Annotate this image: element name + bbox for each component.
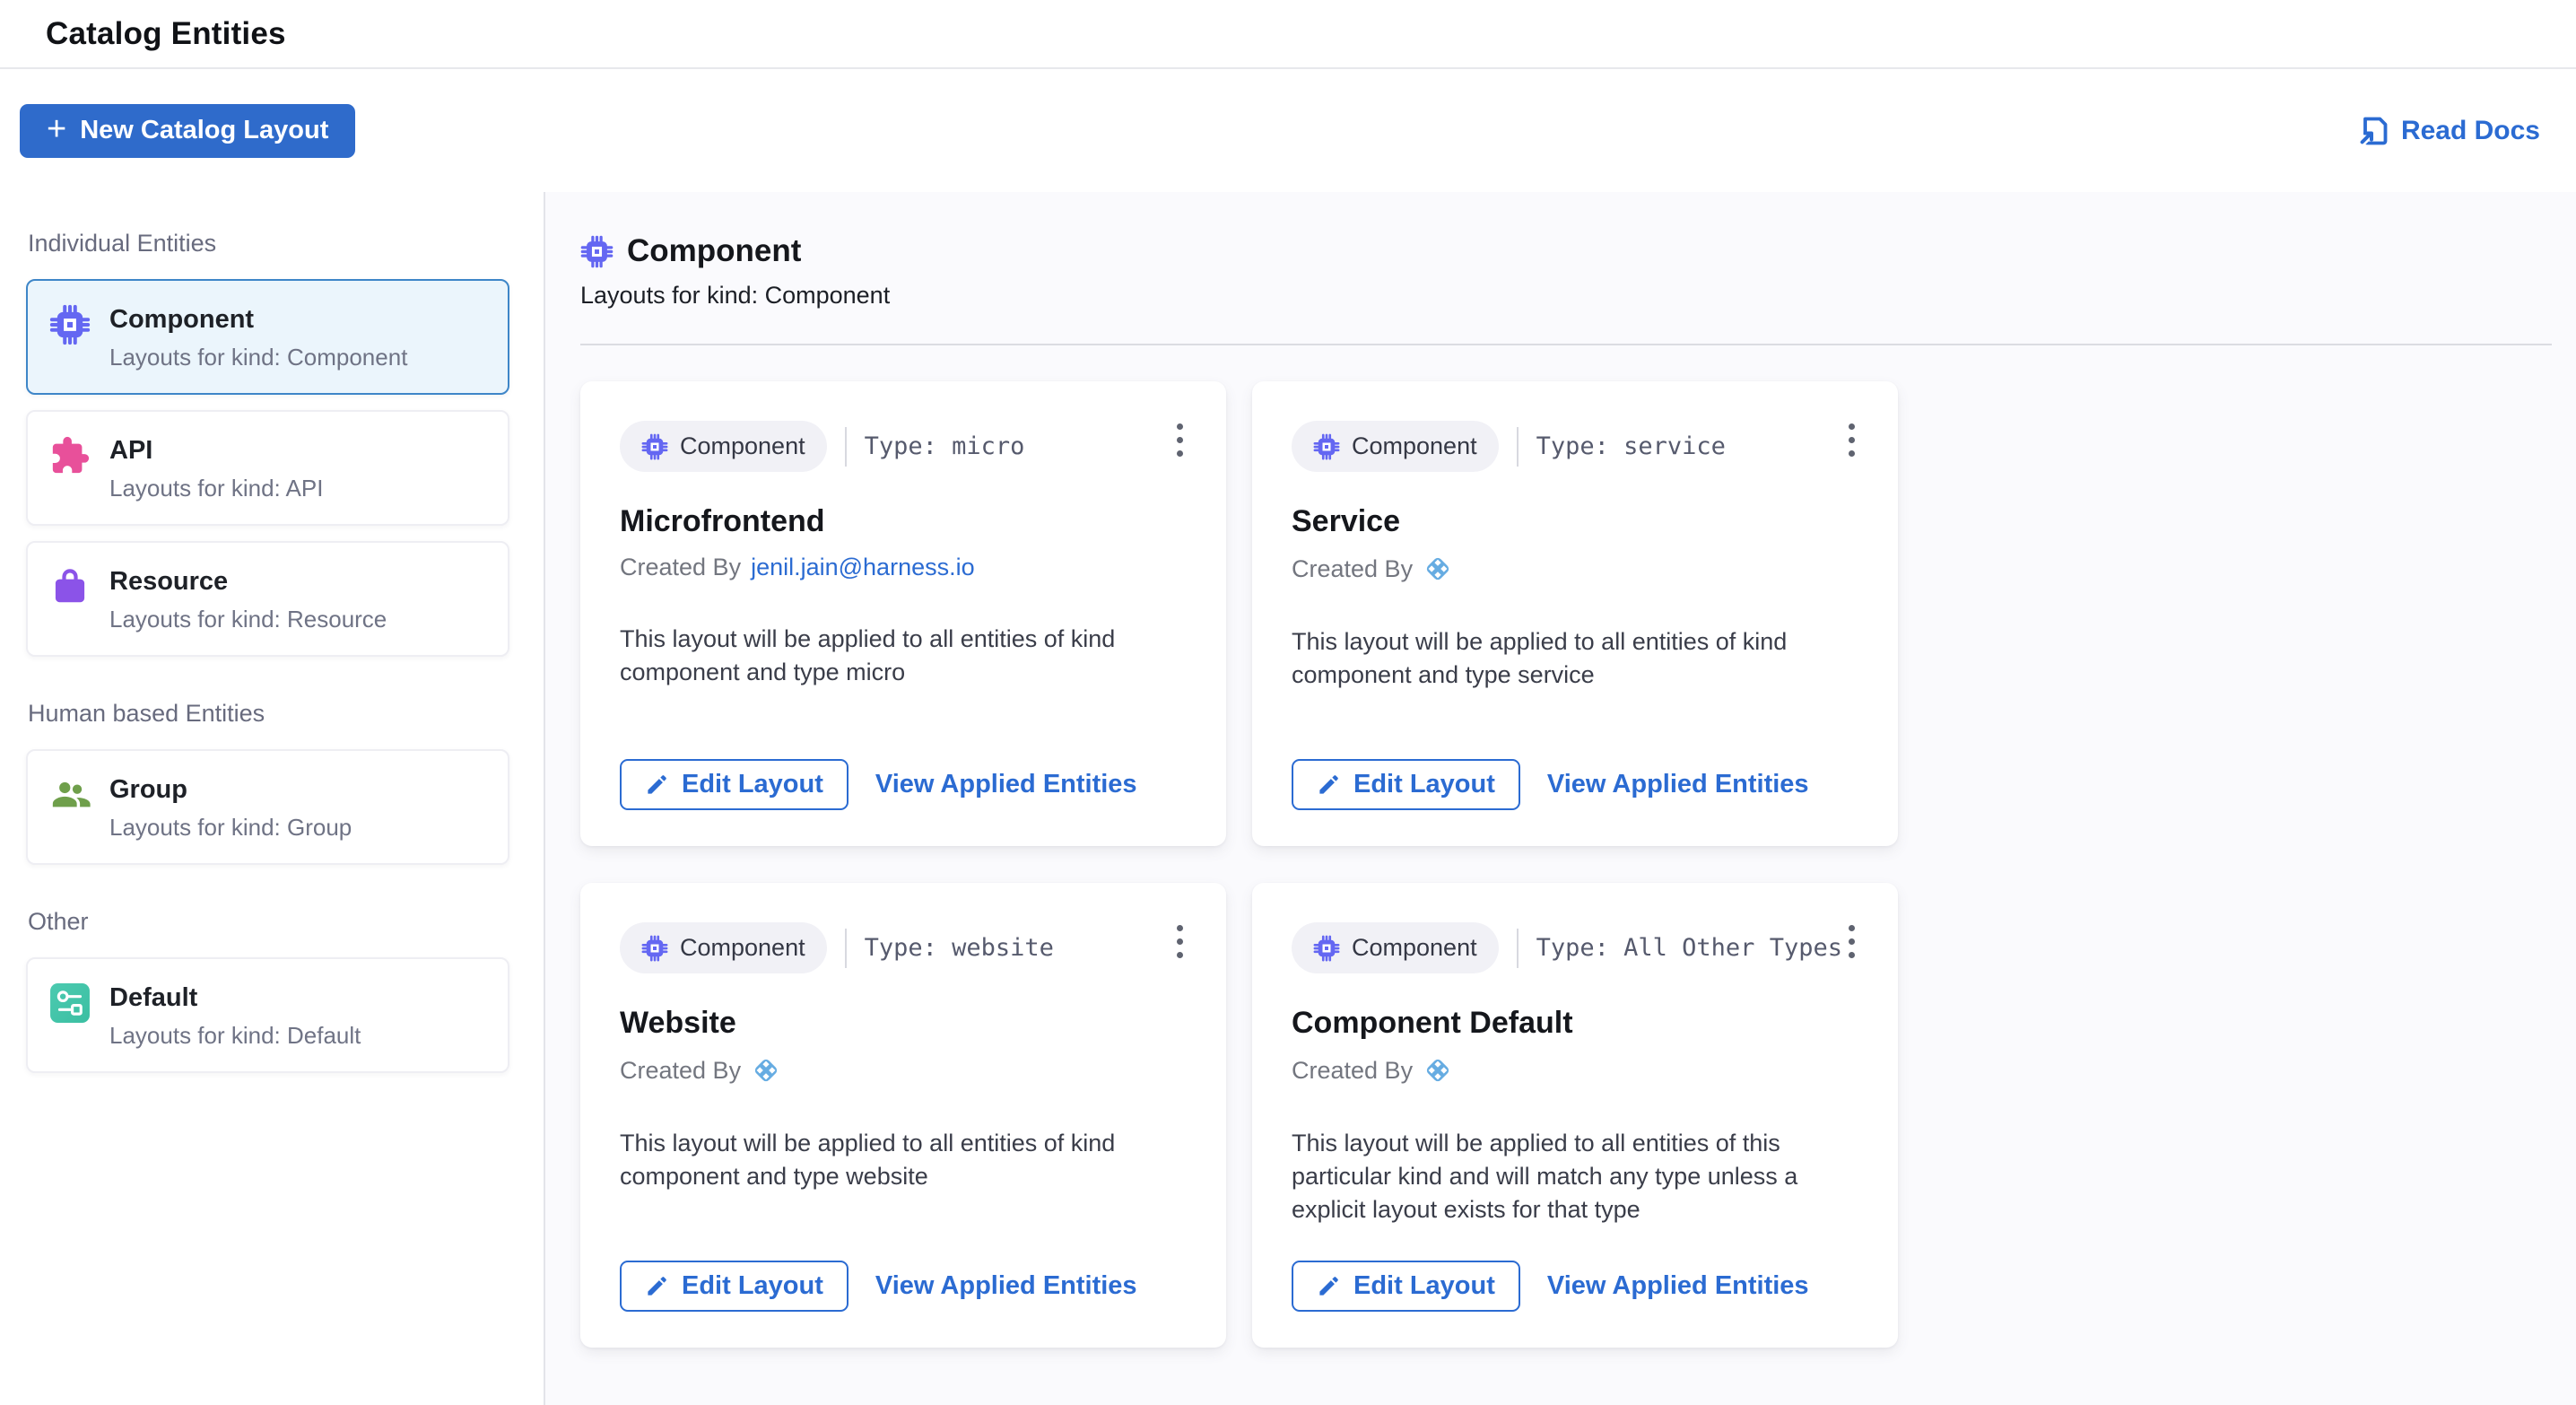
layout-cards-grid: Component Type: micro Microfrontend Crea… [580, 381, 2552, 1348]
divider [845, 427, 847, 467]
component-chip-icon [580, 235, 614, 268]
sidebar-item-subtitle: Layouts for kind: Component [109, 344, 407, 371]
divider [1517, 929, 1519, 968]
view-applied-entities-link[interactable]: View Applied Entities [875, 770, 1137, 799]
layout-card-microfrontend: Component Type: micro Microfrontend Crea… [580, 381, 1226, 846]
page-header: Catalog Entities [0, 0, 2576, 69]
section-label-individual-entities: Individual Entities [28, 230, 509, 257]
layout-title: Website [620, 1006, 1187, 1041]
sidebar-item-api[interactable]: API Layouts for kind: API [26, 410, 509, 526]
type-label: Type: service [1536, 432, 1726, 460]
kind-badge-label: Component [1352, 432, 1477, 460]
new-catalog-layout-label: New Catalog Layout [80, 116, 328, 145]
created-by-label: Created By [1292, 555, 1413, 583]
sidebar-item-title: Component [109, 305, 407, 335]
kind-badge-label: Component [680, 934, 805, 962]
type-label: Type: All Other Types [1536, 934, 1842, 962]
kind-badge-label: Component [680, 432, 805, 460]
kind-badge: Component [620, 421, 827, 472]
layout-title: Microfrontend [620, 504, 1187, 539]
edit-layout-button[interactable]: Edit Layout [1292, 1261, 1520, 1312]
kind-subheading: Layouts for kind: Component [580, 282, 2552, 310]
divider [580, 344, 2552, 345]
type-label: Type: micro [865, 432, 1025, 460]
view-applied-entities-link[interactable]: View Applied Entities [1547, 1271, 1809, 1301]
divider [845, 929, 847, 968]
layout-description: This layout will be applied to all entit… [1292, 625, 1858, 692]
pencil-icon [1317, 1274, 1341, 1298]
sidebar-item-subtitle: Layouts for kind: Resource [109, 606, 387, 633]
layout-description: This layout will be applied to all entit… [620, 623, 1187, 689]
kind-badge: Component [620, 922, 827, 973]
component-chip-icon [641, 433, 668, 460]
workflow-icon [49, 982, 91, 1024]
edit-layout-button[interactable]: Edit Layout [620, 1261, 849, 1312]
sidebar-item-subtitle: Layouts for kind: API [109, 475, 323, 502]
section-label-other: Other [28, 908, 509, 936]
view-applied-entities-link[interactable]: View Applied Entities [875, 1271, 1137, 1301]
type-label: Type: website [865, 934, 1054, 962]
component-chip-icon [1313, 433, 1340, 460]
sidebar-item-group[interactable]: Group Layouts for kind: Group [26, 749, 509, 865]
read-docs-link[interactable]: Read Docs [2357, 115, 2540, 147]
layout-description: This layout will be applied to all entit… [1292, 1127, 1858, 1226]
bag-icon [49, 566, 91, 607]
sidebar-item-subtitle: Layouts for kind: Group [109, 814, 352, 842]
sidebar-item-default[interactable]: Default Layouts for kind: Default [26, 957, 509, 1073]
created-by-label: Created By [620, 554, 741, 581]
read-docs-label: Read Docs [2401, 116, 2540, 146]
pencil-icon [645, 1274, 669, 1298]
sidebar-item-subtitle: Layouts for kind: Default [109, 1022, 361, 1050]
component-chip-icon [49, 304, 91, 345]
component-chip-icon [1313, 935, 1340, 962]
section-label-human-based-entities: Human based Entities [28, 700, 509, 728]
sidebar-item-component[interactable]: Component Layouts for kind: Component [26, 279, 509, 395]
sidebar-item-title: Group [109, 775, 352, 805]
card-menu-button[interactable] [1830, 412, 1873, 467]
sidebar-item-resource[interactable]: Resource Layouts for kind: Resource [26, 541, 509, 657]
sidebar-item-title: Default [109, 983, 361, 1013]
layout-title: Service [1292, 504, 1858, 539]
layouts-panel: Component Layouts for kind: Component Co… [545, 192, 2576, 1405]
entity-kind-sidebar: Individual Entities Component Layouts fo… [0, 192, 545, 1405]
plus-icon: + [47, 112, 66, 146]
sidebar-item-title: API [109, 436, 323, 466]
toolbar: + New Catalog Layout Read Docs [0, 69, 2576, 192]
read-docs-icon [2357, 115, 2389, 147]
new-catalog-layout-button[interactable]: + New Catalog Layout [20, 104, 355, 158]
view-applied-entities-link[interactable]: View Applied Entities [1547, 770, 1809, 799]
card-menu-button[interactable] [1158, 412, 1201, 467]
divider [1517, 427, 1519, 467]
pencil-icon [1317, 772, 1341, 797]
kind-badge-label: Component [1352, 934, 1477, 962]
card-menu-button[interactable] [1158, 913, 1201, 969]
content-area: Individual Entities Component Layouts fo… [0, 192, 2576, 1405]
people-icon [49, 774, 91, 816]
edit-layout-button[interactable]: Edit Layout [620, 759, 849, 810]
layout-card-component-default: Component Type: All Other Types Componen… [1252, 883, 1898, 1348]
page-title: Catalog Entities [46, 16, 286, 52]
layout-card-service: Component Type: service Service Created … [1252, 381, 1898, 846]
layout-card-website: Component Type: website Website Created … [580, 883, 1226, 1348]
harness-logo-icon [1423, 1055, 1453, 1086]
puzzle-icon [49, 435, 91, 476]
edit-layout-button[interactable]: Edit Layout [1292, 759, 1520, 810]
pencil-icon [645, 772, 669, 797]
layout-title: Component Default [1292, 1006, 1858, 1041]
layout-description: This layout will be applied to all entit… [620, 1127, 1187, 1193]
component-chip-icon [641, 935, 668, 962]
kind-badge: Component [1292, 421, 1499, 472]
harness-logo-icon [1423, 554, 1453, 584]
created-by-label: Created By [1292, 1057, 1413, 1085]
sidebar-item-title: Resource [109, 567, 387, 597]
card-menu-button[interactable] [1830, 913, 1873, 969]
harness-logo-icon [751, 1055, 781, 1086]
created-by-label: Created By [620, 1057, 741, 1085]
kind-badge: Component [1292, 922, 1499, 973]
kind-heading: Component [627, 233, 801, 269]
created-by-user-link[interactable]: jenil.jain@harness.io [751, 554, 975, 581]
